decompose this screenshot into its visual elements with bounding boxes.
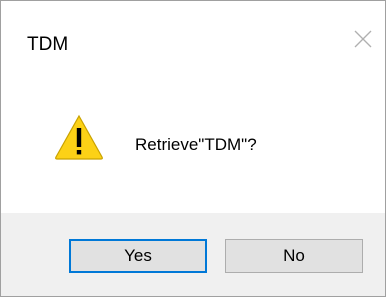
title-bar[interactable]: TDM (1, 1, 385, 63)
button-bar: Yes No (1, 213, 385, 296)
warning-icon (55, 114, 103, 160)
no-button[interactable]: No (225, 239, 363, 273)
dialog-content: Retrieve"TDM"? (1, 63, 385, 213)
window-title: TDM (27, 34, 69, 55)
yes-button[interactable]: Yes (69, 239, 207, 273)
close-button[interactable] (347, 23, 379, 55)
message-dialog: TDM Retrieve"TDM"? Yes No (0, 0, 386, 297)
close-icon (354, 30, 372, 48)
message-text: Retrieve"TDM"? (135, 135, 257, 154)
